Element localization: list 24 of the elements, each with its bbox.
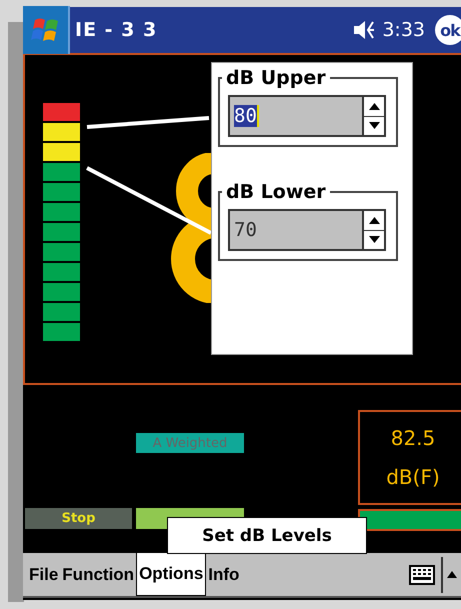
windows-flag-icon: [30, 16, 60, 44]
spin-field[interactable]: 70: [228, 209, 386, 251]
triangle-down-icon: [368, 122, 380, 130]
group-label: dB Lower: [225, 181, 327, 203]
clock-time[interactable]: 3:33: [382, 19, 425, 41]
speaker-muted-icon[interactable]: [352, 19, 376, 41]
menu-item[interactable]: Info: [206, 553, 242, 596]
triangle-up-icon: [368, 102, 380, 110]
start-button[interactable]: [23, 6, 70, 54]
menu-item[interactable]: Function: [60, 553, 136, 596]
keyboard-icon[interactable]: [409, 564, 435, 584]
triangle-down-icon: [368, 236, 380, 244]
stop-button[interactable]: Stop: [25, 508, 132, 529]
group-label: dB Upper: [225, 67, 327, 89]
menu-item[interactable]: Options: [136, 553, 206, 596]
menu-item[interactable]: File: [27, 553, 60, 596]
triangle-up-icon: [368, 216, 380, 224]
spin-field[interactable]: 80: [228, 95, 386, 137]
ok-button[interactable]: ok: [435, 15, 461, 45]
reading-unit: dB(F): [386, 465, 440, 490]
triangle-up-icon[interactable]: [447, 571, 457, 578]
window-title: IE - 3 3: [75, 19, 158, 41]
menu-item[interactable]: Set dB Levels: [202, 526, 332, 546]
reading-value: 82.5: [390, 426, 436, 450]
